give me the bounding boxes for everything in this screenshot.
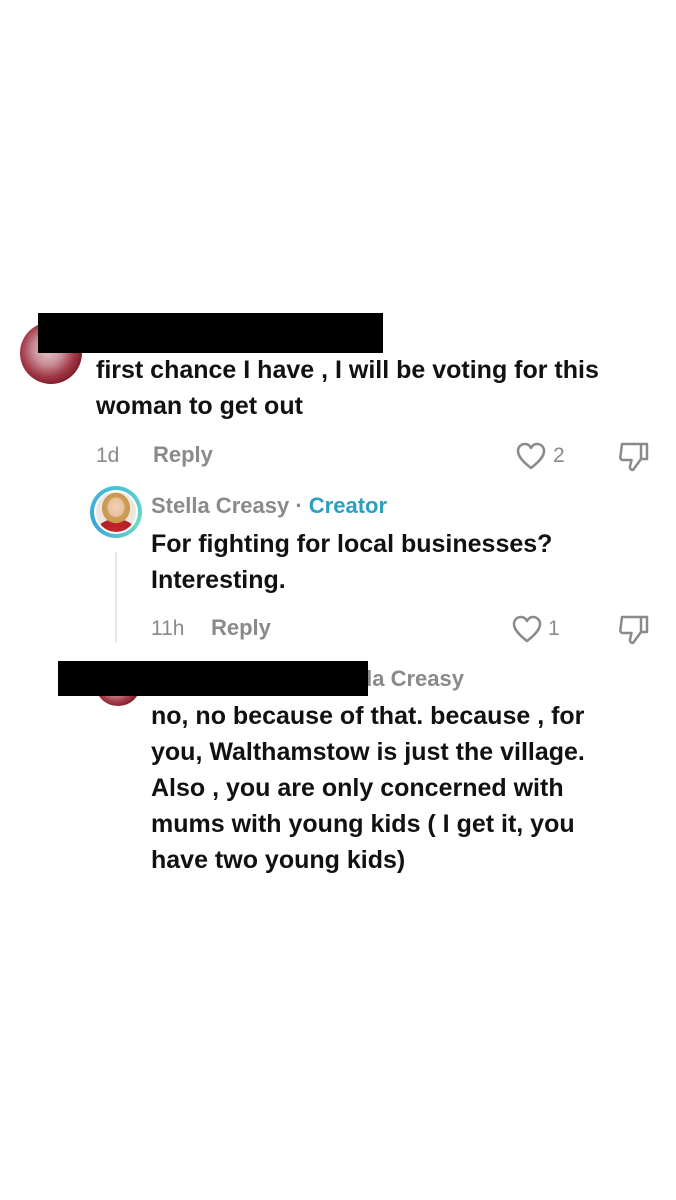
creator-badge: Creator: [308, 493, 388, 518]
heart-icon[interactable]: [516, 442, 546, 470]
comment-timestamp: 1d: [96, 444, 120, 467]
reply-button[interactable]: Reply: [211, 615, 271, 641]
reply-text-line: Also , you are only concerned with: [151, 774, 564, 802]
redacted-username: [58, 661, 368, 696]
dislike-icon[interactable]: [617, 441, 651, 473]
creator-avatar[interactable]: [90, 486, 142, 538]
thread-line: [115, 552, 117, 642]
reply-text-line: For fighting for local businesses?: [151, 530, 553, 558]
like-count: 2: [553, 444, 565, 467]
reply-text-line: you, Walthamstow is just the village.: [151, 738, 585, 766]
dislike-icon[interactable]: [617, 614, 651, 646]
heart-icon[interactable]: [512, 615, 542, 643]
reply-author[interactable]: Stella Creasy · Creator: [151, 493, 387, 519]
author-name[interactable]: Stella Creasy: [151, 493, 289, 518]
reply-mention[interactable]: lla Creasy: [356, 666, 464, 692]
comment-text-line: first chance I have , I will be voting f…: [96, 356, 599, 384]
like-count: 1: [548, 617, 560, 640]
redacted-username: [38, 313, 383, 353]
reply-text-line: mums with young kids ( I get it, you: [151, 810, 575, 838]
redacted-username-overlap: [356, 661, 368, 696]
reply-button[interactable]: Reply: [153, 442, 213, 468]
reply-text-line: have two young kids): [151, 846, 406, 874]
reply-text-line: Interesting.: [151, 566, 286, 594]
reply-text-line: no, no because of that. because , for: [151, 702, 585, 730]
reply-timestamp: 11h: [151, 617, 185, 640]
comment-text-line: woman to get out: [96, 392, 303, 420]
separator-dot: ·: [295, 493, 303, 518]
